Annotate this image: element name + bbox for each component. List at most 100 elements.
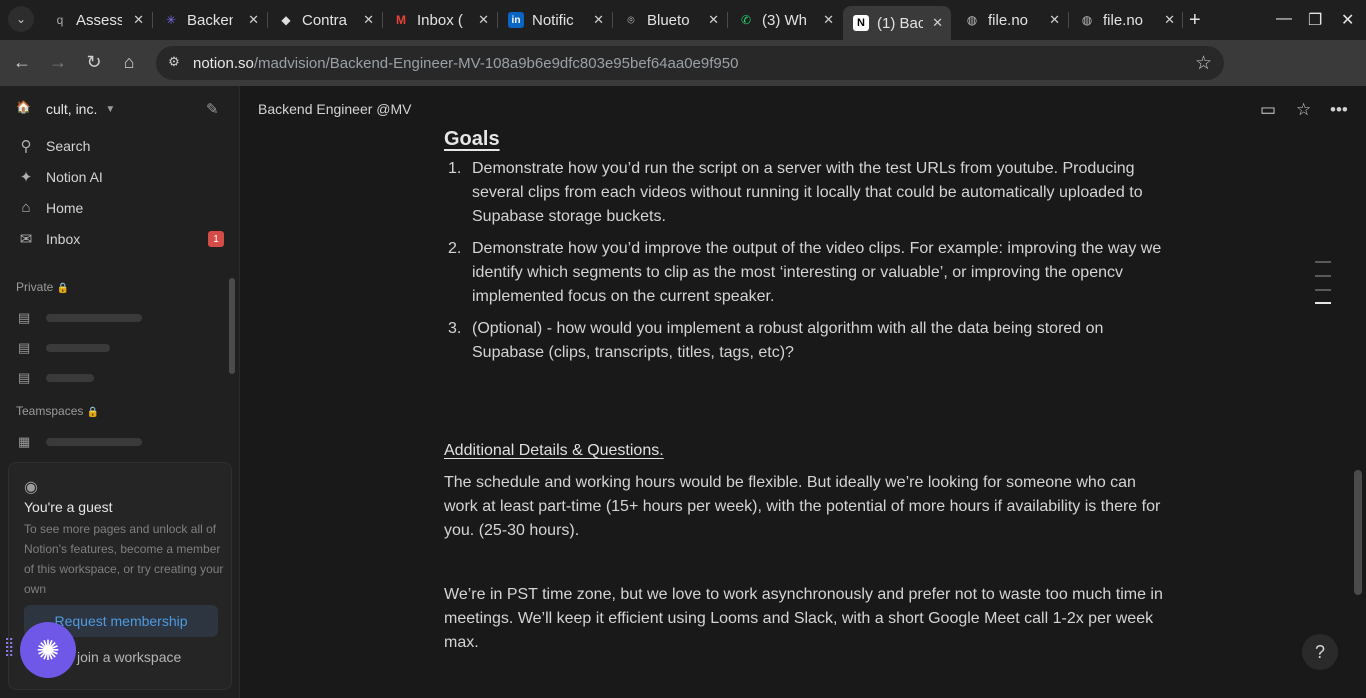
sidebar-item-notion-ai[interactable]: ✦ Notion AI <box>16 168 228 186</box>
sidebar-item-search[interactable]: ⚲ Search <box>16 137 228 155</box>
sidebar-page-row[interactable]: ▤ <box>18 310 142 326</box>
page-document-icon: ▤ <box>18 340 31 355</box>
tab-notifications[interactable]: in Notific ✕ <box>498 6 612 34</box>
tab-close-icon[interactable]: ✕ <box>1164 12 1175 28</box>
address-bar[interactable]: ⚙ notion.so/madvision/Backend-Engineer-M… <box>156 46 1224 80</box>
guest-description: To see more pages and unlock all of Noti… <box>24 522 224 596</box>
browser-toolbar: ← → ↻ ⌂ ⚙ notion.so/madvision/Backend-En… <box>0 40 1366 115</box>
tab-favicon-icon: in <box>508 12 524 28</box>
tab-close-icon[interactable]: ✕ <box>133 12 144 28</box>
sidebar-item-label: Search <box>46 138 91 154</box>
list-number: 1. <box>448 160 462 177</box>
tab-favicon-icon: N <box>853 15 869 31</box>
tab-favicon-icon: ◍ <box>1081 13 1093 27</box>
forward-arrow-icon[interactable]: → <box>47 52 69 73</box>
teamspaces-section-label[interactable]: Teamspaces 🔒 <box>16 404 99 418</box>
tab-title: Inbox ( <box>417 11 463 29</box>
tab-close-icon[interactable]: ✕ <box>1049 12 1060 28</box>
toc-marker-active[interactable] <box>1315 302 1331 304</box>
page-document-icon: ▤ <box>18 310 31 325</box>
additional-details-heading: Additional Details & Questions. <box>444 442 664 459</box>
workspace-switcher[interactable]: 🏠 cult, inc. ▼ <box>16 100 115 118</box>
sidebar-teamspace-row[interactable]: ▦ <box>18 434 142 450</box>
timezone-paragraph: We’re in PST time zone, but we love to w… <box>444 586 1163 651</box>
list-item: 3. (Optional) - how would you implement a… <box>444 317 1164 365</box>
list-item-text: Demonstrate how you’d improve the output… <box>472 240 1162 305</box>
tab-inbox-gmail[interactable]: M Inbox ( ✕ <box>383 6 497 34</box>
tab-favicon-icon: ◆ <box>281 13 291 27</box>
sidebar-page-row[interactable]: ▤ <box>18 370 94 386</box>
tab-search-chevron-icon[interactable]: ⌄ <box>8 6 34 32</box>
tab-close-icon[interactable]: ✕ <box>363 12 374 28</box>
new-tab-plus-icon[interactable]: + <box>1189 9 1201 32</box>
floating-assistant-button[interactable]: ✺ <box>20 622 76 678</box>
page-content: Goals 1. Demonstrate how you’d run the sc… <box>444 126 1164 373</box>
private-section-label[interactable]: Private 🔒 <box>16 280 69 294</box>
sidebar-item-label: Inbox <box>46 231 81 247</box>
url-path: /madvision/Backend-Engineer-MV-108a9b6e9… <box>253 55 739 72</box>
tab-title: (1) Bac <box>877 14 923 32</box>
tab-separator <box>1182 12 1183 28</box>
loading-placeholder <box>46 314 142 322</box>
tab-bluetooth[interactable]: ⌾ Blueto ✕ <box>613 6 727 34</box>
favorite-star-icon[interactable]: ☆ <box>1296 100 1311 120</box>
list-item-text: (Optional) - how would you implement a r… <box>472 320 1104 361</box>
sidebar-page-row[interactable]: ▤ <box>18 340 110 356</box>
home-icon[interactable]: ⌂ <box>118 52 140 73</box>
tab-close-icon[interactable]: ✕ <box>708 12 719 28</box>
url-host: notion.so <box>193 55 254 72</box>
reload-icon[interactable]: ↻ <box>83 52 105 73</box>
sidebar-item-label: Home <box>46 199 84 216</box>
page-scrollbar[interactable] <box>1352 100 1362 696</box>
workspace-name: cult, inc. <box>46 101 98 117</box>
more-options-icon[interactable]: ••• <box>1330 100 1348 120</box>
inbox-count-badge: 1 <box>208 231 224 247</box>
sidebar-item-inbox[interactable]: ✉ Inbox 1 <box>16 230 228 248</box>
toc-marker[interactable] <box>1315 261 1331 263</box>
new-page-compose-icon[interactable]: ✎ <box>206 100 219 118</box>
tab-close-icon[interactable]: ✕ <box>593 12 604 28</box>
tab-close-icon[interactable]: ✕ <box>248 12 259 28</box>
toc-marker[interactable] <box>1315 289 1331 291</box>
page-scrollbar-thumb[interactable] <box>1354 470 1362 595</box>
tab-contra[interactable]: ◆ Contra ✕ <box>268 6 382 34</box>
minimize-icon[interactable]: — <box>1276 10 1292 28</box>
maximize-icon[interactable]: ❐ <box>1308 10 1322 30</box>
goals-list: 1. Demonstrate how you’d run the script o… <box>444 157 1164 365</box>
tab-favicon-icon: ✳ <box>165 13 177 27</box>
tab-close-icon[interactable]: ✕ <box>823 12 834 28</box>
tab-title: Notific <box>532 11 574 29</box>
tab-file-2[interactable]: ◍ file.no ✕ <box>1069 6 1183 34</box>
tab-assess[interactable]: q Assess ✕ <box>42 6 152 34</box>
list-item: 1. Demonstrate how you’d run the script o… <box>444 157 1164 229</box>
loading-placeholder <box>46 438 142 446</box>
tab-title: Blueto <box>647 11 690 29</box>
toc-marker[interactable] <box>1315 275 1331 277</box>
tab-favicon-icon: ✆ <box>740 13 752 27</box>
sidebar-scrollbar-thumb[interactable] <box>229 278 235 374</box>
breadcrumb[interactable]: Backend Engineer @MV <box>258 101 412 117</box>
url-text: notion.so/madvision/Backend-Engineer-MV-… <box>193 55 738 72</box>
back-arrow-icon[interactable]: ← <box>11 52 33 73</box>
close-window-icon[interactable]: ✕ <box>1341 10 1354 30</box>
tab-favicon-icon: ◍ <box>966 13 978 27</box>
bookmark-star-icon[interactable]: ☆ <box>1195 52 1212 75</box>
site-info-icon[interactable]: ⚙ <box>165 54 183 72</box>
list-item: 2. Demonstrate how you’d improve the outp… <box>444 237 1164 309</box>
help-button[interactable]: ? <box>1302 634 1338 670</box>
guest-title: You're a guest <box>24 499 113 515</box>
tab-backend[interactable]: ✳ Backen ✕ <box>153 6 267 34</box>
tab-close-icon[interactable]: ✕ <box>478 12 489 28</box>
tab-whatsapp[interactable]: ✆ (3) Wh ✕ <box>728 6 842 34</box>
tab-notion-active[interactable]: N (1) Bac ✕ <box>843 6 951 40</box>
teamspaces-label-text: Teamspaces <box>16 404 84 418</box>
tab-file-1[interactable]: ◍ file.no ✕ <box>954 6 1068 34</box>
schedule-paragraph: The schedule and working hours would be … <box>444 474 1161 539</box>
tab-close-icon[interactable]: ✕ <box>932 15 943 31</box>
sidebar-item-home[interactable]: ⌂ Home <box>16 199 228 216</box>
drag-handle-icon[interactable]: ⠿ ⠿ <box>4 637 14 659</box>
comments-icon[interactable]: ▭ <box>1260 100 1276 120</box>
tab-favicon-icon: ⌾ <box>627 12 635 27</box>
goals-heading: Goals <box>444 128 500 150</box>
tab-title: file.no <box>1103 11 1144 29</box>
